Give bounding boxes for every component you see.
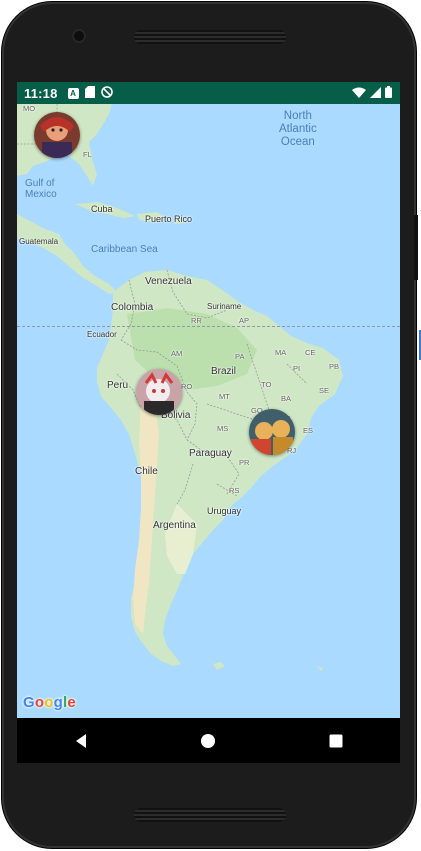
label-cuba: Cuba [91,204,113,214]
label-colombia: Colombia [111,302,154,313]
state-label-pr: PR [239,458,250,467]
marker-north-america[interactable] [34,112,80,158]
status-time: 11:18 [24,85,58,101]
state-label-se: SE [319,386,330,395]
a-icon: A [67,87,79,99]
recents-button[interactable] [316,721,356,761]
state-label-ro: RO [181,382,193,391]
state-label-to: TO [261,380,272,389]
home-circle-icon [201,733,216,748]
north-atlantic-label: North Atlantic Ocean [279,110,317,148]
state-label-rr: RR [191,316,202,325]
label-chile: Chile [135,466,158,477]
recents-square-icon [329,734,343,747]
state-label-am: AM [171,349,183,358]
label-guatemala: Guatemala [19,237,59,246]
caribbean-sea-label: Caribbean Sea [91,244,158,255]
label-puerto-rico: Puerto Rico [145,214,193,224]
state-label-ma: MA [275,348,287,357]
label-argentina: Argentina [153,520,196,531]
battery-icon [385,86,392,101]
avatar-image-icon [136,369,182,415]
state-label-ap: AP [239,316,250,325]
map-view[interactable]: North Atlantic Ocean Gulf of Mexico Cari… [17,104,400,718]
state-label-ba: BA [281,394,292,403]
marker-brazil[interactable] [249,409,295,455]
back-button[interactable] [61,721,101,761]
avatar-image-icon [249,409,295,455]
status-bar: 11:18 A [17,82,400,104]
state-label-ce: CE [305,348,316,357]
label-paraguay: Paraguay [189,448,232,459]
earpiece-speaker [134,30,286,44]
map-landmass [17,104,343,671]
label-venezuela: Venezuela [145,276,192,287]
back-triangle-icon [75,733,86,748]
label-peru: Peru [107,380,129,391]
gulf-of-mexico-label: Gulf of Mexico [25,178,57,200]
state-label-pb: PB [329,362,340,371]
home-button[interactable] [188,721,228,761]
label-ecuador: Ecuador [87,330,117,339]
bottom-speaker [134,808,286,822]
wifi-icon [352,86,366,101]
state-label-rs: RS [229,486,240,495]
state-label-fl: FL [83,150,92,159]
do-not-disturb-icon [100,85,113,101]
google-attribution-logo: Google [23,694,76,711]
state-label-ms: MS [217,424,229,433]
sim-card-icon [84,85,95,101]
marker-peru-bolivia[interactable] [136,369,182,415]
front-camera-icon [74,31,84,41]
state-label-pa: PA [235,352,245,361]
navigation-bar [17,718,400,763]
screen: 11:18 A North Atlantic Ocean Gulf of Mex… [17,82,400,763]
label-uruguay: Uruguay [207,506,242,516]
volume-button[interactable] [414,215,418,280]
label-suriname: Suriname [207,302,242,311]
state-label-pi: PI [293,364,301,373]
cell-signal-icon [370,86,381,101]
equator-line [17,326,400,327]
label-brazil: Brazil [211,366,237,377]
state-label-es: ES [303,426,314,435]
state-label-mt: MT [219,392,230,401]
avatar-image-icon [34,112,80,158]
